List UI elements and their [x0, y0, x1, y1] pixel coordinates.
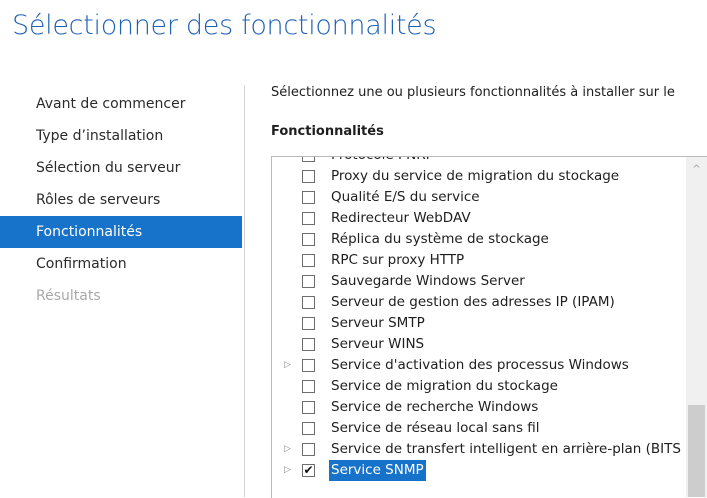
features-scrollbar[interactable]: ^: [686, 157, 707, 497]
nav-item-server-roles[interactable]: Rôles de serveurs: [0, 184, 242, 216]
feature-checkbox[interactable]: [302, 170, 315, 183]
feature-checkbox[interactable]: ✔: [302, 464, 315, 477]
scrollbar-thumb[interactable]: [688, 405, 705, 497]
feature-label[interactable]: Réplica du système de stockage: [329, 229, 551, 250]
checkmark-icon: ✔: [303, 463, 314, 477]
feature-label[interactable]: Protocole PNRP: [329, 157, 436, 166]
feature-checkbox[interactable]: [302, 275, 315, 288]
feature-row[interactable]: RPC sur proxy HTTP: [272, 250, 707, 271]
feature-row[interactable]: Proxy du service de migration du stockag…: [272, 166, 707, 187]
feature-checkbox[interactable]: [302, 191, 315, 204]
feature-checkbox[interactable]: [302, 212, 315, 225]
features-heading: Fonctionnalités: [271, 124, 384, 139]
nav-item-results: Résultats: [36, 288, 101, 304]
feature-label[interactable]: Qualité E/S du service: [329, 187, 482, 208]
feature-row[interactable]: ▷ Service de transfert intelligent en arr…: [272, 439, 707, 460]
feature-label[interactable]: Service de migration du stockage: [329, 376, 560, 397]
feature-row[interactable]: Service de recherche Windows: [272, 397, 707, 418]
feature-row[interactable]: Serveur SMTP: [272, 313, 707, 334]
feature-checkbox[interactable]: [302, 233, 315, 246]
feature-checkbox[interactable]: [302, 338, 315, 351]
feature-label[interactable]: Redirecteur WebDAV: [329, 208, 473, 229]
feature-row[interactable]: Service de réseau local sans fil: [272, 418, 707, 439]
feature-label[interactable]: Service de recherche Windows: [329, 397, 540, 418]
feature-row[interactable]: Serveur de gestion des adresses IP (IPAM…: [272, 292, 707, 313]
feature-label[interactable]: Sauvegarde Windows Server: [329, 271, 527, 292]
feature-label[interactable]: Service de réseau local sans fil: [329, 418, 542, 439]
nav-item-confirmation[interactable]: Confirmation: [0, 248, 242, 280]
feature-label[interactable]: Service SNMP: [329, 460, 426, 481]
feature-checkbox[interactable]: [302, 401, 315, 414]
feature-checkbox[interactable]: [302, 443, 315, 456]
nav-item-before-you-begin[interactable]: Avant de commencer: [0, 88, 242, 120]
nav-item-features[interactable]: Fonctionnalités: [0, 216, 242, 248]
feature-checkbox[interactable]: [302, 296, 315, 309]
chevron-up-icon[interactable]: ^: [686, 163, 707, 177]
nav-divider: [244, 85, 245, 497]
wizard-nav: Avant de commencer Type d’installation S…: [0, 88, 242, 312]
feature-label[interactable]: RPC sur proxy HTTP: [329, 250, 466, 271]
feature-row[interactable]: Qualité E/S du service: [272, 187, 707, 208]
feature-checkbox[interactable]: [302, 317, 315, 330]
feature-row[interactable]: ▷ ✔ Service SNMP: [272, 460, 707, 481]
feature-row[interactable]: Redirecteur WebDAV: [272, 208, 707, 229]
page-title: Sélectionner des fonctionnalités: [12, 10, 437, 41]
feature-checkbox[interactable]: [302, 359, 315, 372]
triangle-right-icon[interactable]: ▷: [284, 460, 294, 481]
triangle-right-icon[interactable]: ▷: [284, 355, 294, 376]
intro-text: Sélectionnez une ou plusieurs fonctionna…: [271, 85, 675, 100]
feature-checkbox[interactable]: [302, 157, 315, 162]
nav-item-installation-type[interactable]: Type d’installation: [0, 120, 242, 152]
feature-label[interactable]: Service d'activation des processus Windo…: [329, 355, 631, 376]
feature-label[interactable]: Serveur WINS: [329, 334, 426, 355]
feature-row[interactable]: Sauvegarde Windows Server: [272, 271, 707, 292]
feature-row[interactable]: ▷ Service d'activation des processus Wind…: [272, 355, 707, 376]
feature-checkbox[interactable]: [302, 380, 315, 393]
feature-label[interactable]: Serveur SMTP: [329, 313, 427, 334]
nav-item-server-selection[interactable]: Sélection du serveur: [0, 152, 242, 184]
feature-row[interactable]: Protocole PNRP: [272, 157, 707, 166]
feature-row[interactable]: Réplica du système de stockage: [272, 229, 707, 250]
feature-label[interactable]: Serveur de gestion des adresses IP (IPAM…: [329, 292, 617, 313]
features-list[interactable]: Protocole PNRPProxy du service de migrat…: [271, 156, 707, 498]
feature-label[interactable]: Proxy du service de migration du stockag…: [329, 166, 621, 187]
feature-checkbox[interactable]: [302, 422, 315, 435]
features-rows: Protocole PNRPProxy du service de migrat…: [272, 157, 707, 481]
feature-row[interactable]: Serveur WINS: [272, 334, 707, 355]
feature-row[interactable]: Service de migration du stockage: [272, 376, 707, 397]
triangle-right-icon[interactable]: ▷: [284, 439, 294, 460]
feature-label[interactable]: Service de transfert intelligent en arri…: [329, 439, 683, 460]
feature-checkbox[interactable]: [302, 254, 315, 267]
